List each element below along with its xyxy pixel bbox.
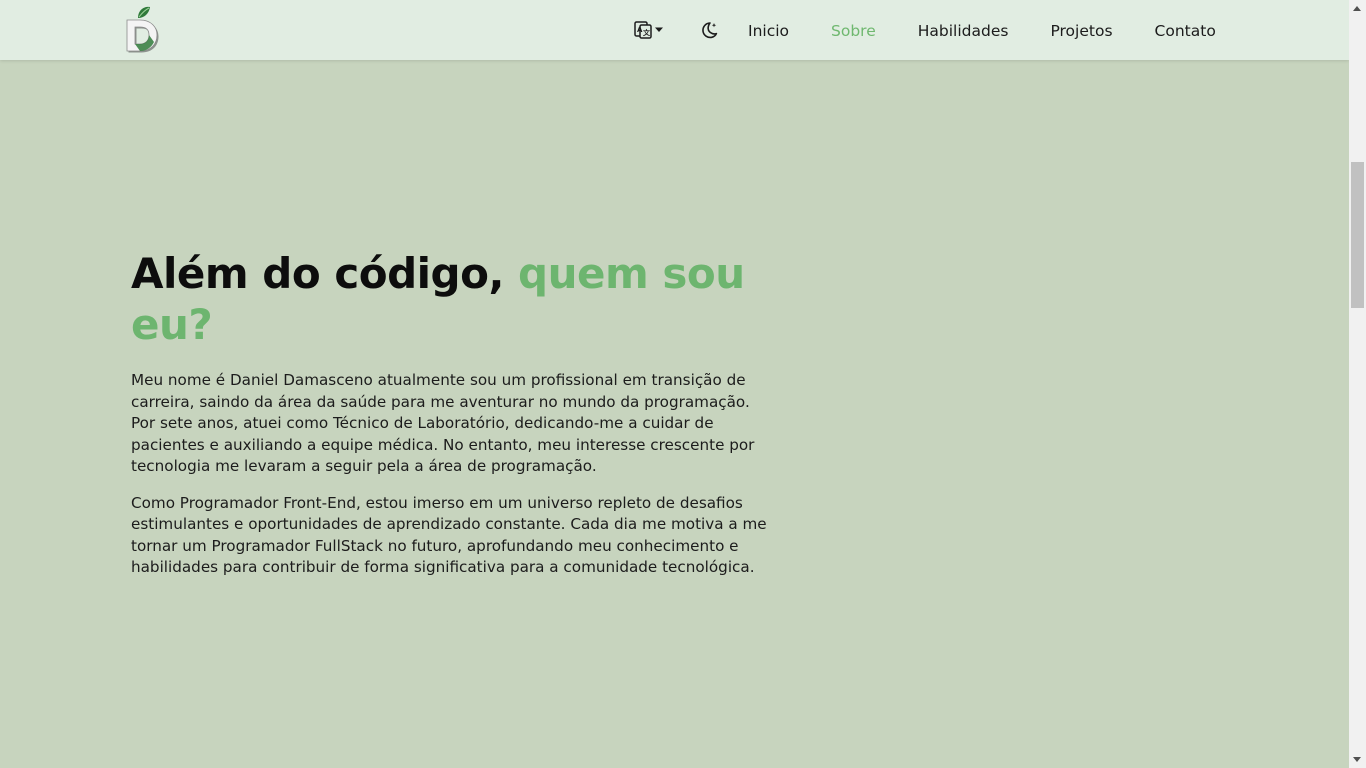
scroll-down-arrow[interactable] [1353,757,1361,762]
nav-item-contato: Contato [1155,21,1216,40]
scroll-up-arrow[interactable] [1353,6,1361,11]
language-selector[interactable]: A 文 [634,16,668,44]
about-paragraph-1: Meu nome é Daniel Damasceno atualmente s… [131,371,755,475]
logo-icon [126,6,159,53]
nav-link-habilidades[interactable]: Habilidades [918,22,1009,40]
about-section: Além do código, quem sou eu? Meu nome é … [131,248,771,579]
about-title-main: Além do código, [131,249,519,298]
nav-menu: Inicio Sobre Habilidades Projetos Contat… [748,0,1216,60]
theme-toggle-button[interactable] [698,16,720,44]
about-paragraph-2: Como Programador Front-End, estou imerso… [131,493,767,577]
scroll-thumb[interactable] [1351,162,1364,308]
page-scrollbar[interactable] [1349,0,1366,768]
navbar: A 文 Inicio Sobre Habilidades Projetos Co… [0,0,1349,60]
about-title: Além do código, quem sou eu? [131,248,771,350]
nav-item-projetos: Projetos [1050,21,1112,40]
nav-link-inicio[interactable]: Inicio [748,22,789,40]
svg-text:文: 文 [643,28,651,37]
logo[interactable] [118,4,162,54]
nav-link-contato[interactable]: Contato [1155,22,1216,40]
nav-item-habilidades: Habilidades [918,21,1009,40]
moon-icon [702,22,718,39]
nav-item-inicio: Inicio [748,21,789,40]
nav-link-sobre[interactable]: Sobre [831,22,876,40]
translate-icon: A 文 [634,21,652,39]
nav-link-projetos[interactable]: Projetos [1050,22,1112,40]
nav-item-sobre: Sobre [831,21,876,40]
chevron-down-icon [655,27,663,32]
